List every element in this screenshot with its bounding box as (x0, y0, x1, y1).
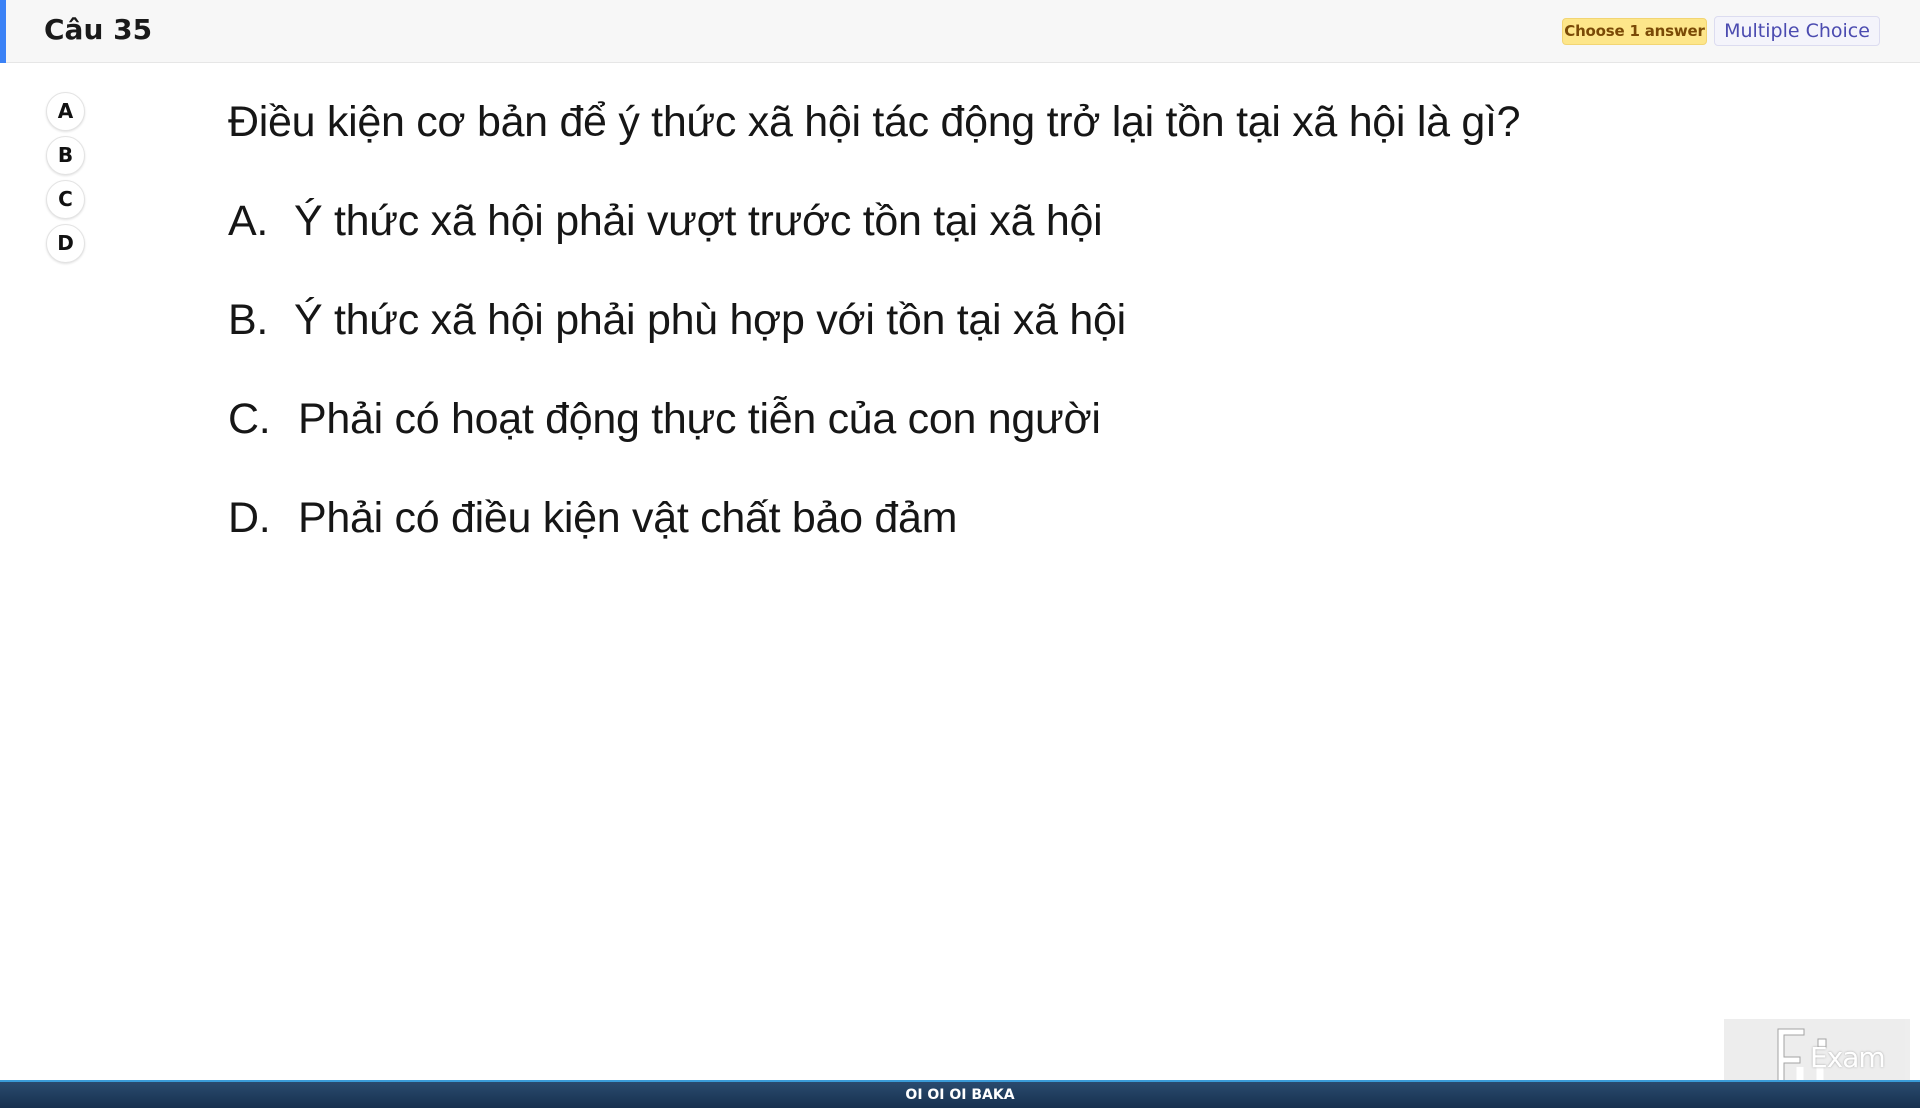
option-button-a[interactable]: A (46, 92, 85, 131)
answer-c-letter: C. (228, 395, 271, 443)
answer-a-letter: A. (228, 197, 269, 245)
answer-b-letter: B. (228, 296, 269, 344)
answer-a: A. Ý thức xã hội phải vượt trước tồn tại … (228, 197, 1103, 246)
question-header: Câu 35 Choose 1 answer Multiple Choice (0, 0, 1920, 63)
question-type-badge: Multiple Choice (1714, 16, 1880, 46)
answer-c: C. Phải có hoạt động thực tiễn của con ng… (228, 395, 1101, 444)
answer-d-text: Phải có điều kiện vật chất bảo đảm (298, 494, 958, 542)
answer-b: B. Ý thức xã hội phải phù hợp với tồn tại… (228, 296, 1126, 345)
answer-d: D. Phải có điều kiện vật chất bảo đảm (228, 494, 957, 543)
option-button-d[interactable]: D (46, 224, 85, 263)
option-button-c[interactable]: C (46, 180, 85, 219)
option-button-b[interactable]: B (46, 136, 85, 175)
answer-a-text: Ý thức xã hội phải vượt trước tồn tại xã… (294, 197, 1103, 245)
question-image: Điều kiện cơ bản để ý thức xã hội tác độ… (228, 92, 1628, 552)
answer-b-text: Ý thức xã hội phải phù hợp với tồn tại x… (294, 296, 1126, 344)
header-accent-bar (0, 0, 6, 63)
answer-d-letter: D. (228, 494, 271, 542)
choose-count-badge: Choose 1 answer (1562, 18, 1707, 45)
question-text: Điều kiện cơ bản để ý thức xã hội tác độ… (228, 98, 1521, 146)
question-number-title: Câu 35 (44, 13, 153, 46)
answer-c-text: Phải có hoạt động thực tiễn của con ngườ… (298, 395, 1101, 443)
footer-bar: OI OI OI BAKA (0, 1080, 1920, 1108)
footer-text: OI OI OI BAKA (905, 1087, 1015, 1103)
watermark-text: Exam (1810, 1041, 1886, 1074)
